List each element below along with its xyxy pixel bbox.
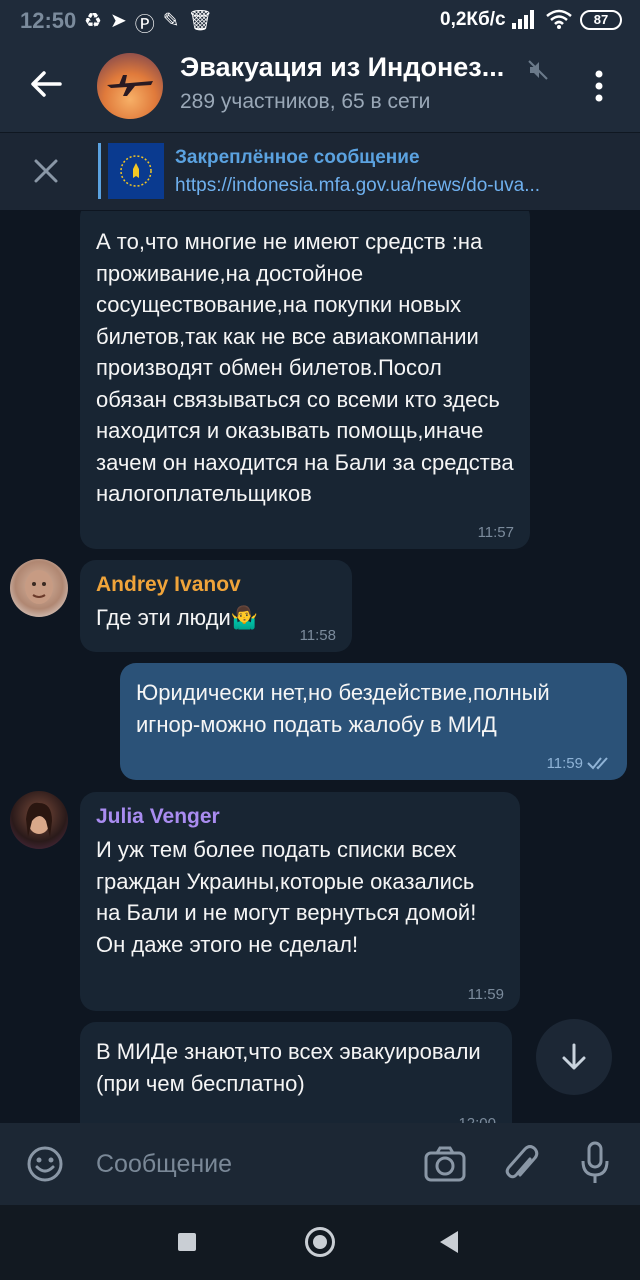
message-time: 11:57 xyxy=(477,524,514,541)
microphone-icon[interactable] xyxy=(580,1141,610,1185)
message-time: 11:59 xyxy=(546,755,583,772)
message-text: А то,что многие не имеют средств :на про… xyxy=(96,229,514,506)
home-button[interactable] xyxy=(305,1227,335,1257)
tools-icon: ✎ xyxy=(162,10,180,32)
message-time: 11:58 xyxy=(299,627,336,644)
system-nav-bar xyxy=(0,1205,640,1280)
muted-icon xyxy=(528,60,548,80)
chat-header: Эвакуация из Индонез... 289 участников, … xyxy=(0,40,640,132)
camera-icon[interactable] xyxy=(424,1145,466,1183)
pinned-thumbnail xyxy=(108,143,164,199)
arrow-down-icon xyxy=(562,1043,586,1070)
pinned-message-bar[interactable]: Закреплённое сообщение https://indonesia… xyxy=(0,132,640,210)
pinned-indicator xyxy=(98,143,101,199)
sender-name[interactable]: Andrey Ivanov xyxy=(96,570,336,600)
more-options-icon[interactable] xyxy=(588,66,610,106)
telegram-icon: ➤ xyxy=(109,10,127,32)
signal-icon xyxy=(512,10,534,29)
chat-title[interactable]: Эвакуация из Индонез... xyxy=(180,52,520,83)
message-text: В МИДе знают,что всех эвакуировали (при … xyxy=(96,1039,481,1096)
message-bubble[interactable]: В МИДе знают,что всех эвакуировали (при … xyxy=(80,1022,512,1123)
pinned-title: Закреплённое сообщение xyxy=(175,147,420,168)
user-photo xyxy=(26,802,52,837)
system-back-button[interactable] xyxy=(440,1231,458,1253)
message-bubble[interactable]: Julia Venger И уж тем более подать списк… xyxy=(80,792,520,1011)
status-bar: 12:50 ♻ ➤ Ⓟ ✎ 🗑 0,2Кб/с 87 xyxy=(0,0,640,40)
recent-apps-button[interactable] xyxy=(178,1233,196,1251)
message-input-bar xyxy=(0,1123,640,1205)
pinterest-icon: Ⓟ xyxy=(134,14,155,36)
close-icon[interactable] xyxy=(32,157,60,185)
avatar[interactable] xyxy=(10,559,68,617)
chat-avatar[interactable] xyxy=(97,53,163,119)
wifi-icon xyxy=(546,9,572,29)
sender-name[interactable]: Julia Venger xyxy=(96,802,504,832)
message-text: И уж тем более подать списки всех гражда… xyxy=(96,837,477,957)
emoji-icon[interactable] xyxy=(26,1145,64,1183)
notification-icons: ♻ ➤ Ⓟ ✎ 🗑 xyxy=(84,8,213,37)
scroll-down-button[interactable] xyxy=(536,1019,612,1095)
network-speed: 0,2Кб/с xyxy=(440,9,506,30)
chat-subtitle: 289 участников, 65 в сети xyxy=(180,90,431,113)
message-text: Юридически нет,но бездействие,полный игн… xyxy=(136,680,550,737)
read-ticks-icon xyxy=(587,757,608,770)
avatar[interactable] xyxy=(10,791,68,849)
pinned-link[interactable]: https://indonesia.mfa.gov.ua/news/do-uva… xyxy=(175,175,605,197)
battery-icon: 87 xyxy=(580,10,622,30)
user-photo xyxy=(25,570,53,604)
message-bubble[interactable]: А то,что многие не имеют средств :на про… xyxy=(80,211,530,549)
message-input[interactable] xyxy=(96,1141,396,1187)
back-arrow-icon[interactable] xyxy=(28,66,64,102)
sync-icon: ♻ xyxy=(84,10,102,32)
message-bubble-outgoing[interactable]: Юридически нет,но бездействие,полный игн… xyxy=(120,663,627,780)
message-time: 12:00 xyxy=(458,1115,496,1123)
ukraine-emblem-icon xyxy=(120,155,152,187)
trash-icon: 🗑 xyxy=(187,10,213,32)
airplane-icon xyxy=(107,75,153,96)
message-time: 11:59 xyxy=(467,986,504,1003)
message-list[interactable]: А то,что многие не имеют средств :на про… xyxy=(0,211,640,1123)
message-bubble[interactable]: Andrey Ivanov Где эти люди🤷‍♂️ 11:58 xyxy=(80,560,352,652)
attach-icon[interactable] xyxy=(504,1143,540,1185)
